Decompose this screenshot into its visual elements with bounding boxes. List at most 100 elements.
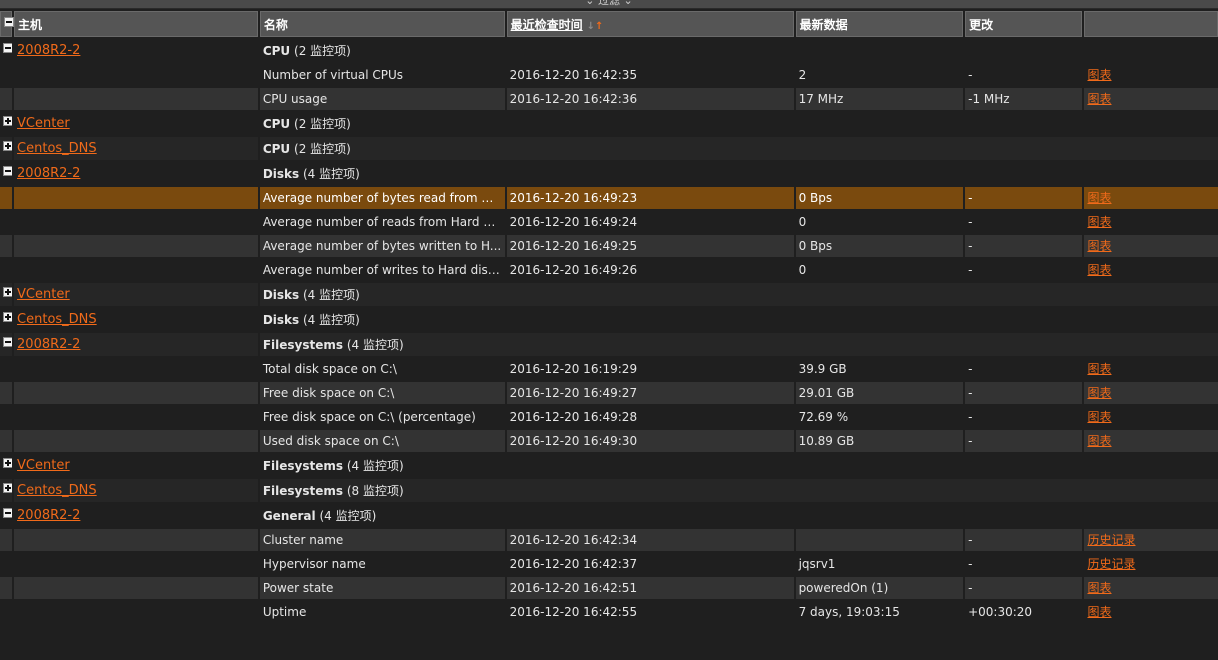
column-header-lastvalue[interactable]: 最新数据 <box>795 11 964 37</box>
graph-link[interactable]: 图表 <box>1087 362 1111 376</box>
collapse-icon[interactable] <box>3 337 13 347</box>
table-row: Average number of writes to Hard disk...… <box>0 259 1218 281</box>
group-toggle[interactable] <box>0 137 13 160</box>
group-row: 2008R2-2 CPU (2 监控项) <box>0 39 1218 62</box>
item-count: (2 监控项) <box>294 43 351 58</box>
expand-icon[interactable] <box>3 287 13 297</box>
lastcheck-header-label[interactable]: 最近检查时间 <box>511 18 583 32</box>
group-row: VCenter CPU (2 监控项) <box>0 112 1218 135</box>
item-lastvalue: 0 <box>798 263 807 277</box>
expand-icon[interactable] <box>3 141 13 151</box>
host-link[interactable]: Centos_DNS <box>17 141 97 156</box>
column-header-host[interactable]: 主机 <box>14 11 258 37</box>
item-name: Used disk space on C:\ <box>259 430 505 452</box>
graph-link[interactable]: 图表 <box>1087 434 1111 448</box>
column-header-name[interactable]: 名称 <box>259 11 505 37</box>
graph-link[interactable]: 图表 <box>1087 386 1111 400</box>
name-header-label[interactable]: 名称 <box>264 18 288 32</box>
table-row: Number of virtual CPUs 2016-12-20 16:42:… <box>0 64 1218 86</box>
expand-icon[interactable] <box>3 458 13 468</box>
collapse-icon[interactable] <box>3 508 13 518</box>
host-link[interactable]: 2008R2-2 <box>17 43 80 58</box>
graph-link[interactable]: 图表 <box>1087 92 1111 106</box>
item-lastvalue: jqsrv1 <box>798 557 836 571</box>
column-header-change[interactable]: 更改 <box>965 11 1083 37</box>
column-header-lastcheck[interactable]: 最近检查时间 ↓↑ <box>506 11 794 37</box>
item-lastcheck: 2016-12-20 16:42:34 <box>506 529 794 551</box>
expand-icon[interactable] <box>3 483 13 493</box>
graph-link[interactable]: 图表 <box>1087 263 1111 277</box>
group-toggle[interactable] <box>0 39 13 62</box>
group-row: Centos_DNS Filesystems (8 监控项) <box>0 479 1218 502</box>
application-name: Filesystems <box>262 337 344 352</box>
host-link[interactable]: 2008R2-2 <box>17 508 80 523</box>
host-link[interactable]: 2008R2-2 <box>17 337 80 352</box>
host-link[interactable]: VCenter <box>17 458 70 473</box>
expand-icon[interactable] <box>3 116 13 126</box>
item-lastcheck: 2016-12-20 16:49:28 <box>509 410 638 424</box>
collapse-all-toggle[interactable] <box>0 11 14 37</box>
collapse-icon[interactable] <box>4 16 14 27</box>
host-link[interactable]: 2008R2-2 <box>17 166 80 181</box>
graph-link[interactable]: 图表 <box>1087 191 1111 205</box>
graph-link[interactable]: 图表 <box>1087 410 1111 424</box>
group-toggle[interactable] <box>0 283 13 306</box>
collapse-icon[interactable] <box>3 166 13 176</box>
item-name: CPU usage <box>259 88 505 110</box>
item-change: - <box>968 362 973 376</box>
item-lastvalue: 17 MHz <box>795 88 964 110</box>
item-lastcheck: 2016-12-20 16:42:35 <box>509 68 638 82</box>
item-count: (4 监控项) <box>346 337 404 352</box>
graph-link[interactable]: 图表 <box>1087 581 1111 595</box>
filter-label[interactable]: 过滤 <box>598 0 620 7</box>
group-toggle[interactable] <box>0 454 13 477</box>
item-lastvalue: 0 Bps <box>795 235 964 257</box>
item-count: (4 监控项) <box>303 312 360 327</box>
graph-link[interactable]: 图表 <box>1087 215 1111 229</box>
graph-link[interactable]: 图表 <box>1087 605 1111 619</box>
item-lastcheck: 2016-12-20 16:42:37 <box>509 557 638 571</box>
change-header-label[interactable]: 更改 <box>969 18 993 32</box>
history-link[interactable]: 历史记录 <box>1087 533 1135 547</box>
collapse-icon[interactable] <box>3 43 13 53</box>
table-row: Hypervisor name 2016-12-20 16:42:37 jqsr… <box>0 553 1218 575</box>
group-toggle[interactable] <box>0 333 13 356</box>
group-row: 2008R2-2 Disks (4 监控项) <box>0 162 1218 185</box>
item-change: +00:30:20 <box>968 605 1033 619</box>
table-row: Uptime 2016-12-20 16:42:55 7 days, 19:03… <box>0 601 1218 623</box>
item-lastcheck: 2016-12-20 16:42:36 <box>506 88 794 110</box>
item-count: (4 监控项) <box>303 287 360 302</box>
table-row: Average number of reads from Hard di... … <box>0 211 1218 233</box>
filter-toggle[interactable]: ⌄ 过滤 ⌄ <box>585 0 632 8</box>
host-link[interactable]: VCenter <box>17 287 70 302</box>
group-toggle[interactable] <box>0 112 13 135</box>
group-toggle[interactable] <box>0 162 13 185</box>
filter-bar[interactable]: ⌄ 过滤 ⌄ <box>0 0 1218 9</box>
application-name: Disks <box>262 166 300 181</box>
history-link[interactable]: 历史记录 <box>1087 557 1135 571</box>
item-lastvalue: 0 <box>798 215 807 229</box>
group-toggle[interactable] <box>0 479 13 502</box>
graph-link[interactable]: 图表 <box>1087 239 1111 253</box>
expand-icon[interactable] <box>3 312 13 322</box>
host-link[interactable]: Centos_DNS <box>17 312 97 327</box>
item-name: Number of virtual CPUs <box>262 68 404 82</box>
host-link[interactable]: Centos_DNS <box>17 483 97 498</box>
group-toggle[interactable] <box>0 308 13 331</box>
group-toggle[interactable] <box>0 504 13 527</box>
item-lastvalue: 29.01 GB <box>795 382 964 404</box>
item-name: Hypervisor name <box>262 557 366 571</box>
item-change: - <box>968 215 973 229</box>
host-link[interactable]: VCenter <box>17 116 70 131</box>
item-name: Total disk space on C:\ <box>262 362 397 376</box>
item-lastvalue: 72.69 % <box>798 410 849 424</box>
lastvalue-header-label[interactable]: 最新数据 <box>800 18 848 32</box>
item-name: Average number of bytes read from H... <box>259 187 505 209</box>
application-name: CPU <box>262 116 291 131</box>
application-name: CPU <box>262 141 291 156</box>
application-name: CPU <box>262 43 291 58</box>
graph-link[interactable]: 图表 <box>1087 68 1111 82</box>
application-name: Disks <box>262 287 300 302</box>
host-header-label[interactable]: 主机 <box>18 18 42 32</box>
item-count: (4 监控项) <box>319 508 377 523</box>
